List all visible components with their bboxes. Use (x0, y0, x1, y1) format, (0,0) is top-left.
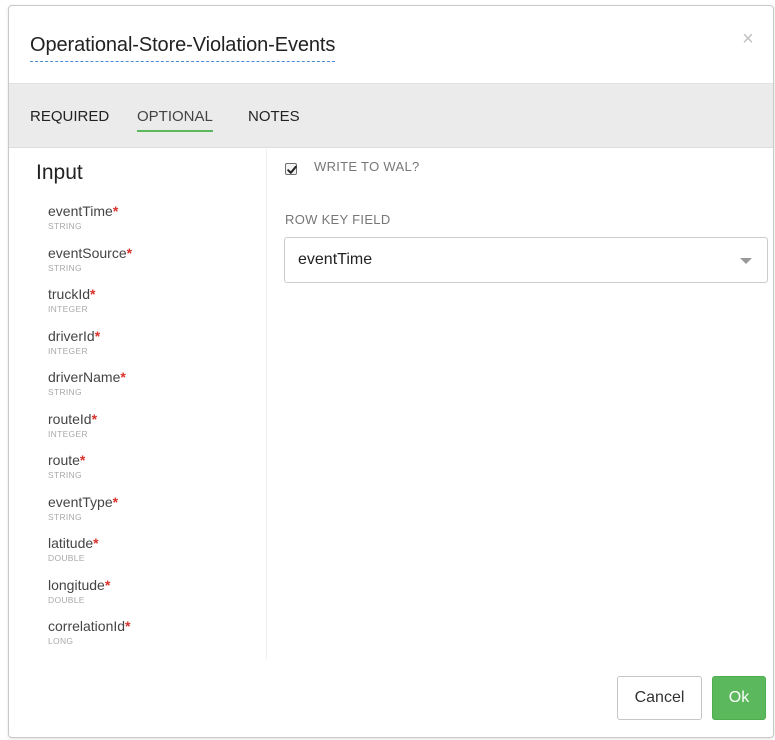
field-name-row: driverName* (48, 369, 132, 385)
required-marker: * (79, 452, 86, 468)
field-name-row: eventSource* (48, 245, 132, 261)
field-type: STRING (48, 387, 82, 397)
input-field-item: eventSource* STRING (48, 245, 132, 287)
field-name-row: truckId* (48, 286, 132, 302)
input-field-item: longitude* DOUBLE (48, 577, 132, 619)
field-name-row: longitude* (48, 577, 132, 593)
required-marker: * (120, 369, 126, 385)
field-type: DOUBLE (48, 553, 85, 563)
field-type: DOUBLE (48, 594, 85, 605)
input-field-item: eventTime* STRING (48, 203, 132, 245)
required-marker: * (91, 410, 98, 427)
modal-dialog: Operational-Store-Violation-Events × REQ… (8, 5, 774, 738)
caret-down-icon (740, 258, 752, 264)
input-field-item: latitude* DOUBLE (48, 535, 132, 577)
write-to-wal-label: WRITE TO WAL? (314, 158, 420, 174)
required-marker: * (94, 327, 101, 344)
tab-required[interactable]: REQUIRED (30, 108, 109, 130)
field-type: INTEGER (48, 304, 88, 314)
field-name-row: route* (48, 452, 132, 468)
field-name: driverName (48, 369, 121, 385)
field-name-row: routeId* (48, 411, 132, 427)
field-name: driverId (48, 327, 95, 344)
input-field-item: eventType* STRING (48, 494, 132, 536)
write-to-wal-row: WRITE TO WAL? (285, 159, 420, 175)
checkmark-icon (287, 165, 297, 174)
cancel-button[interactable]: Cancel (617, 676, 702, 720)
row-key-field-label: ROW KEY FIELD (285, 212, 391, 227)
field-name-row: driverId* (48, 328, 132, 344)
required-marker: * (112, 493, 119, 510)
input-field-item: routeId* INTEGER (48, 411, 132, 453)
close-icon[interactable]: × (737, 28, 759, 50)
field-name: eventSource (48, 244, 127, 261)
input-field-item: driverId* INTEGER (48, 328, 132, 370)
tab-bar: REQUIRED OPTIONAL NOTES (9, 84, 773, 148)
row-key-field-value: eventTime (298, 251, 373, 268)
required-marker: * (90, 286, 96, 302)
field-type: INTEGER (48, 345, 88, 356)
ok-button[interactable]: Ok (712, 676, 766, 720)
field-type: STRING (48, 470, 82, 480)
required-marker: * (104, 576, 111, 593)
field-name: truckId (48, 286, 91, 302)
options-panel: WRITE TO WAL? ROW KEY FIELD eventTime (268, 149, 773, 659)
required-marker: * (93, 535, 99, 551)
tab-optional[interactable]: OPTIONAL (137, 108, 213, 132)
modal-header: Operational-Store-Violation-Events × (9, 6, 773, 84)
write-to-wal-checkbox[interactable] (285, 163, 297, 175)
field-name-row: eventType* (48, 494, 132, 510)
modal-footer: Cancel Ok (9, 659, 773, 737)
field-name-row: eventTime* (48, 203, 132, 219)
input-field-list: eventTime* STRING eventSource* STRING truckI… (48, 203, 132, 660)
field-name-row: latitude* (48, 535, 132, 551)
tab-notes[interactable]: NOTES (248, 108, 300, 130)
input-field-item: route* STRING (48, 452, 132, 494)
field-name: latitude (48, 535, 94, 551)
input-panel-title: Input (36, 161, 83, 184)
field-type: LONG (48, 636, 74, 646)
row-key-field-select[interactable]: eventTime (284, 237, 768, 283)
field-type: STRING (48, 262, 82, 273)
required-marker: * (126, 244, 133, 261)
field-name: longitude (48, 576, 105, 593)
field-name: route (48, 452, 80, 468)
required-marker: * (112, 203, 119, 219)
input-panel: Input eventTime* STRING eventSource* STRING… (9, 149, 267, 659)
input-field-item: correlationId* LONG (48, 618, 132, 660)
field-type: STRING (48, 511, 82, 522)
field-type: INTEGER (48, 428, 88, 439)
dialog-title[interactable]: Operational-Store-Violation-Events (30, 34, 335, 62)
input-field-item: driverName* STRING (48, 369, 132, 411)
field-name: correlationId (48, 618, 126, 634)
field-name-row: correlationId* (48, 618, 132, 634)
field-type: STRING (48, 221, 82, 231)
field-name: routeId (48, 410, 92, 427)
required-marker: * (125, 618, 131, 634)
input-field-item: truckId* INTEGER (48, 286, 132, 328)
field-name: eventType (48, 493, 113, 510)
field-name: eventTime (48, 203, 113, 219)
